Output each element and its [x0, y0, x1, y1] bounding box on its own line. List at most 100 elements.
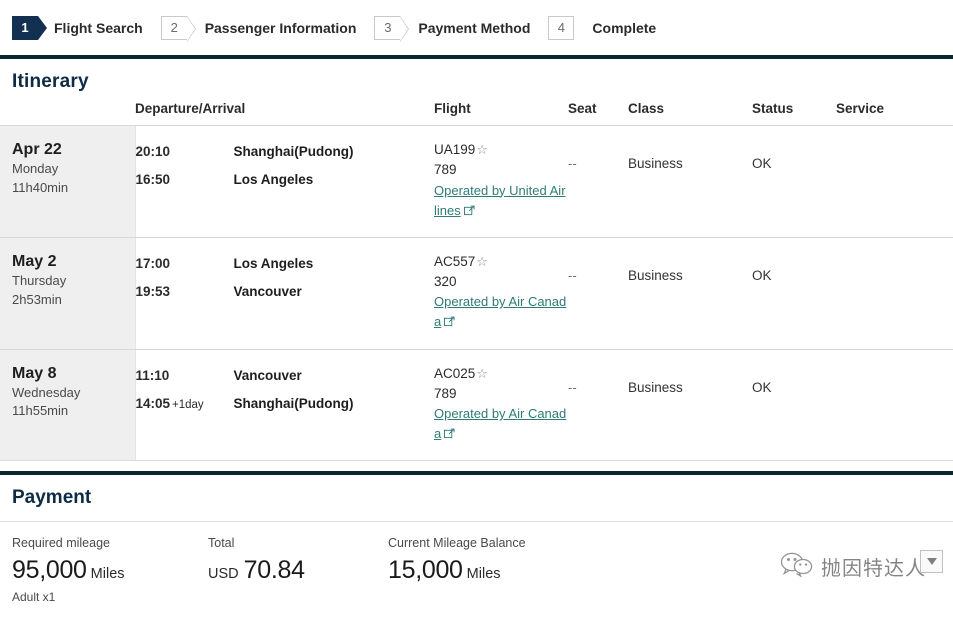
flight-weekday: Thursday	[12, 272, 67, 288]
step-2-number: 2	[160, 15, 196, 42]
departure-time: 20:10	[135, 144, 171, 159]
operated-by-line: Operated by Air Canada	[434, 404, 568, 444]
departure-arrival-cell: 20:10 Shanghai(Pudong) 16:50 Los Angeles	[135, 125, 434, 238]
col-seat: Seat	[568, 101, 628, 126]
aircraft-equipment: 320	[434, 274, 457, 290]
step-2-passenger-information[interactable]: 2 Passenger Information	[160, 15, 357, 42]
departure-place: Los Angeles	[233, 255, 314, 271]
required-mileage-block: Required mileage 95,000 Miles Adult x1	[12, 534, 208, 604]
flight-weekday: Monday	[12, 161, 59, 176]
col-service: Service	[836, 101, 953, 126]
current-balance-unit: Miles	[466, 566, 501, 583]
seat-cell: --	[568, 237, 628, 350]
operated-by-line: Operated by Air Canada	[434, 292, 568, 332]
class-value: Business	[628, 379, 683, 395]
watermark: 抛因特达人	[780, 549, 943, 582]
watermark-dropdown-button[interactable]	[920, 549, 943, 573]
star-outline-icon[interactable]: ☆	[476, 142, 488, 157]
step-3-number: 3	[374, 15, 410, 42]
aircraft-equipment: 789	[434, 162, 457, 178]
col-departure-arrival: Departure/Arrival	[135, 101, 434, 126]
step-4-number: 4	[548, 15, 575, 40]
class-cell: Business	[628, 349, 752, 462]
step-3-label: Payment Method	[418, 19, 531, 36]
arrival-time-value: 19:53	[135, 283, 171, 299]
current-balance-value: 15,000	[388, 556, 463, 585]
step-1-label: Flight Search	[54, 19, 143, 36]
external-link-icon	[463, 204, 475, 219]
operated-by-line: Operated by United Airlines	[434, 181, 568, 221]
flight-duration: 11h40min	[12, 179, 69, 195]
triangle-down-icon	[926, 557, 937, 565]
flight-date-cell: May 2 Thursday 2h53min	[0, 237, 136, 350]
seat-value: --	[568, 379, 577, 395]
flight-cell: AC025☆ 789 Operated by Air Canada	[434, 349, 568, 462]
required-mileage-value-line: 95,000 Miles	[12, 556, 208, 585]
flight-duration: 2h53min	[12, 291, 62, 307]
class-value: Business	[628, 156, 683, 171]
flight-duration: 11h55min	[12, 403, 69, 419]
departure-place: Vancouver	[233, 367, 302, 383]
payment-title: Payment	[12, 487, 92, 509]
table-row: May 2 Thursday 2h53min 17:00 Los Angeles…	[0, 237, 953, 350]
external-link-icon	[444, 315, 455, 330]
star-outline-icon[interactable]: ☆	[476, 254, 488, 269]
payment-section: Payment Required mileage 95,000 Miles Adu…	[0, 475, 953, 604]
required-mileage-label: Required mileage	[12, 536, 110, 551]
status-cell: OK	[752, 349, 836, 462]
total-block: Total USD 70.84	[208, 534, 388, 585]
col-date	[0, 101, 135, 126]
arrival-place: Los Angeles	[233, 172, 314, 187]
step-3-payment-method[interactable]: 3 Payment Method	[374, 15, 531, 42]
step-4-complete[interactable]: 4 Complete	[548, 15, 657, 40]
departure-time: 11:10	[135, 367, 170, 383]
arrival-time: 19:53	[136, 284, 234, 299]
star-outline-icon[interactable]: ☆	[476, 366, 488, 381]
seat-value: --	[568, 156, 577, 171]
service-cell	[836, 349, 953, 462]
status-value: OK	[752, 156, 772, 171]
flight-number-line: AC025☆	[434, 364, 568, 384]
departure-arrival-cell: 11:10 Vancouver 14:05 +1day Shanghai(Pudo…	[135, 349, 434, 462]
col-class: Class	[628, 101, 752, 126]
total-value: 70.84	[243, 556, 305, 585]
current-balance-block: Current Mileage Balance 15,000 Miles	[388, 534, 688, 585]
step-4-label: Complete	[592, 19, 657, 36]
status-cell: OK	[752, 237, 836, 350]
table-row: Apr 22 Monday 11h40min 20:10 Shanghai(Pu…	[0, 125, 953, 238]
service-cell	[836, 125, 953, 238]
passenger-count: Adult x1	[12, 589, 56, 604]
arrival-time-value: 14:05	[135, 395, 171, 411]
arrival-time-value: 16:50	[135, 172, 171, 187]
step-2-label: Passenger Information	[204, 19, 357, 36]
flight-number: UA199	[434, 142, 476, 157]
class-value: Business	[628, 267, 683, 283]
step-1-number: 1	[12, 15, 47, 40]
flight-date-cell: May 8 Wednesday 11h55min	[0, 349, 136, 462]
arrival-day-offset: +1day	[172, 398, 204, 411]
itinerary-header-row: Departure/Arrival Flight Seat Class Stat…	[0, 101, 953, 126]
flight-date: May 2	[12, 252, 57, 270]
departure-arrival-cell: 17:00 Los Angeles 19:53 Vancouver	[135, 237, 434, 350]
seat-value: --	[568, 267, 577, 283]
status-cell: OK	[752, 125, 836, 238]
operated-by-link[interactable]: Operated by United Airlines	[434, 183, 566, 218]
arrival-place: Shanghai(Pudong)	[233, 395, 354, 411]
total-currency: USD	[208, 566, 239, 583]
table-row: May 8 Wednesday 11h55min 11:10 Vancouver…	[0, 349, 953, 462]
itinerary-table: Departure/Arrival Flight Seat Class Stat…	[0, 101, 953, 462]
required-mileage-unit: Miles	[90, 566, 125, 583]
class-cell: Business	[628, 237, 752, 350]
col-status: Status	[752, 101, 836, 126]
wechat-icon	[780, 551, 814, 582]
flight-number: AC025	[434, 365, 476, 381]
status-value: OK	[752, 267, 772, 283]
total-value-line: USD 70.84	[208, 556, 388, 585]
progress-stepbar: 1 Flight Search 2 Passenger Information …	[0, 0, 953, 55]
arrival-place: Vancouver	[233, 283, 302, 299]
class-cell: Business	[628, 125, 752, 238]
booking-page: 1 Flight Search 2 Passenger Information …	[0, 0, 953, 618]
service-cell	[836, 237, 953, 350]
watermark-text: 抛因特达人	[821, 555, 926, 580]
step-1-flight-search[interactable]: 1 Flight Search	[12, 15, 143, 40]
